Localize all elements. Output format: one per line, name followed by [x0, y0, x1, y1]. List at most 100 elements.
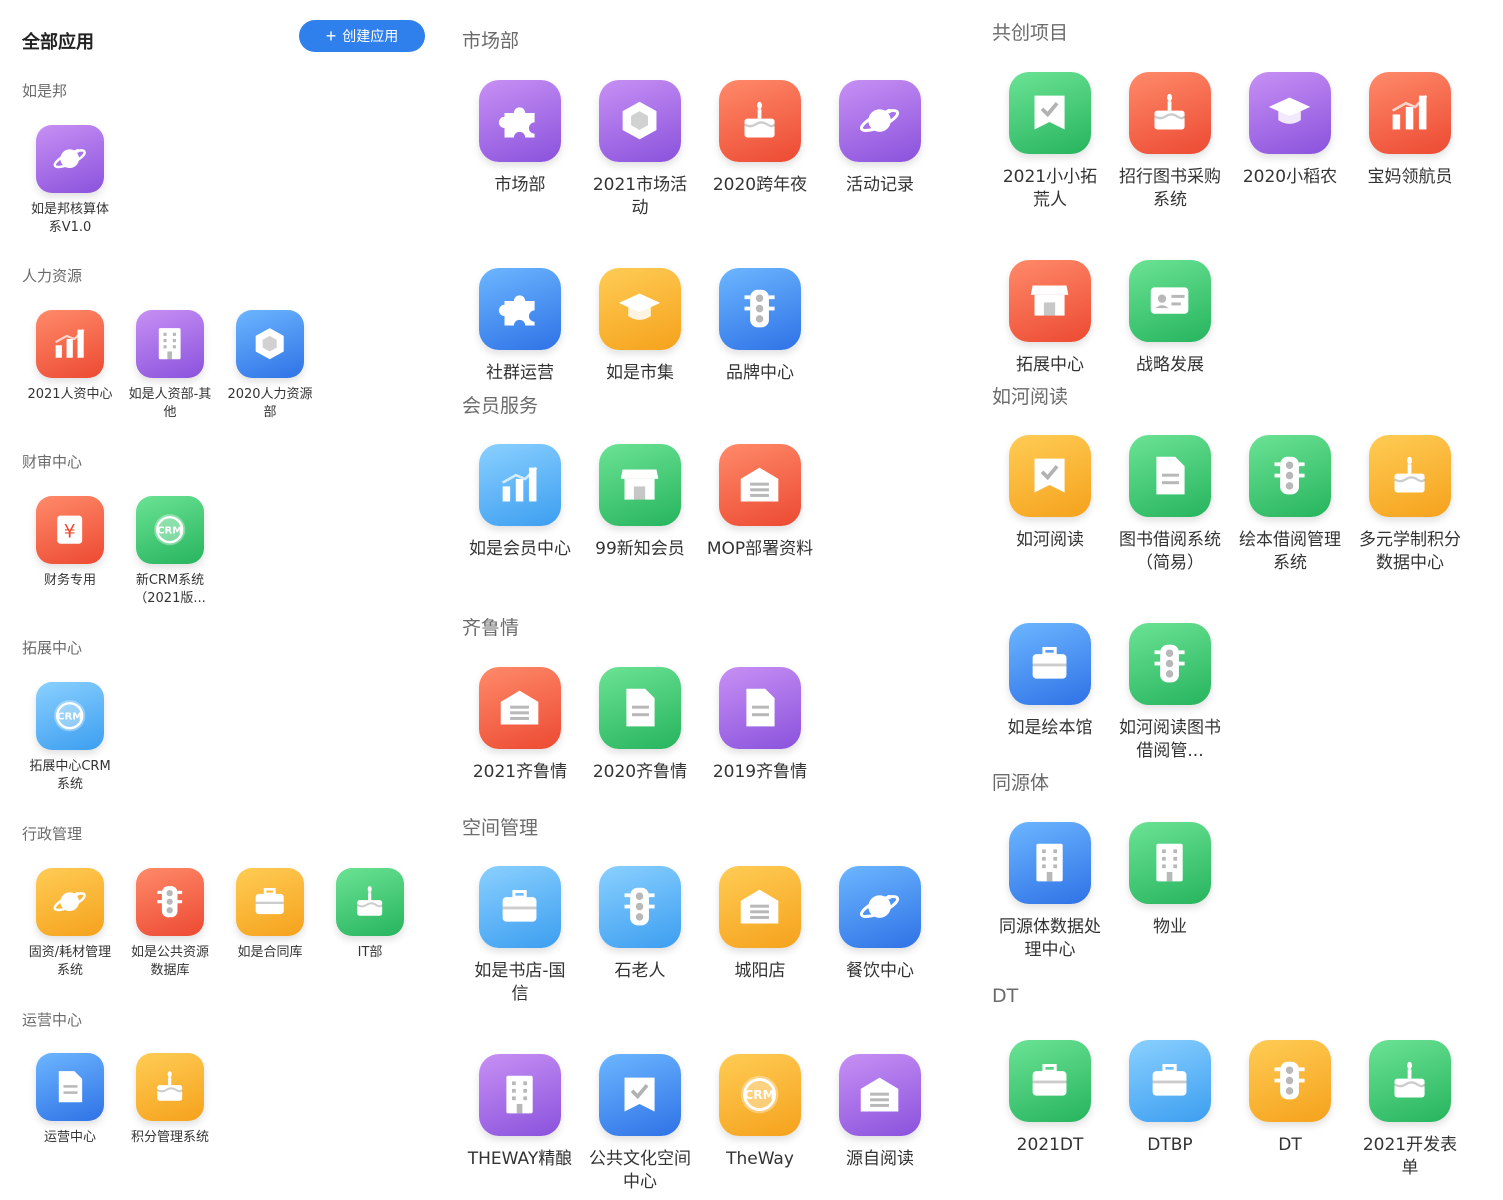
app-tile[interactable]: CRM: [36, 682, 104, 750]
app-item[interactable]: 如是书店-国信: [460, 866, 580, 1006]
app-item[interactable]: 如河阅读: [990, 435, 1110, 575]
app-tile[interactable]: [36, 125, 104, 193]
app-tile[interactable]: [839, 866, 921, 948]
app-item[interactable]: 如是邦核算体系V1.0: [20, 125, 120, 236]
app-tile[interactable]: [479, 1053, 561, 1136]
app-tile[interactable]: [1369, 72, 1451, 154]
app-tile[interactable]: [1009, 822, 1091, 904]
app-item[interactable]: 2021小小拓荒人: [990, 72, 1110, 212]
app-tile[interactable]: [479, 444, 561, 526]
app-item[interactable]: 2021人资中心: [20, 310, 120, 421]
app-tile[interactable]: [1129, 1040, 1211, 1122]
app-item[interactable]: 2021DT: [990, 1040, 1110, 1180]
app-tile[interactable]: [1249, 1040, 1331, 1122]
app-item[interactable]: 餐饮中心: [820, 866, 940, 1006]
app-item[interactable]: MOP部署资料: [700, 444, 820, 561]
app-item[interactable]: 绘本借阅管理系统: [1230, 435, 1350, 575]
app-tile[interactable]: [719, 80, 801, 162]
app-item[interactable]: CRM TheWay: [700, 1053, 820, 1194]
app-tile[interactable]: [1009, 259, 1091, 342]
app-tile[interactable]: [1129, 72, 1211, 154]
app-item[interactable]: 拓展中心: [990, 259, 1110, 377]
app-item[interactable]: IT部: [320, 868, 420, 979]
app-tile[interactable]: [839, 80, 921, 162]
app-tile[interactable]: [236, 868, 304, 936]
app-tile[interactable]: [36, 1053, 104, 1121]
app-tile[interactable]: [1129, 622, 1211, 705]
app-tile[interactable]: [1009, 435, 1091, 517]
app-tile[interactable]: [719, 667, 801, 749]
app-item[interactable]: 如是公共资源数据库: [120, 868, 220, 979]
app-item[interactable]: 运营中心: [20, 1053, 120, 1147]
app-tile[interactable]: [479, 866, 561, 948]
app-item[interactable]: 积分管理系统: [120, 1053, 220, 1147]
app-tile[interactable]: [479, 667, 561, 749]
app-item[interactable]: 2020齐鲁情: [580, 667, 700, 784]
app-tile[interactable]: [479, 267, 561, 350]
app-item[interactable]: 如是市集: [580, 267, 700, 385]
app-item[interactable]: 招行图书采购系统: [1110, 72, 1230, 212]
app-tile[interactable]: [599, 866, 681, 948]
app-item[interactable]: 2021市场活动: [580, 80, 700, 220]
app-tile[interactable]: [1369, 435, 1451, 517]
app-item[interactable]: 活动记录: [820, 80, 940, 220]
app-item[interactable]: 宝妈领航员: [1350, 72, 1470, 212]
app-item[interactable]: 2020跨年夜: [700, 80, 820, 220]
app-item[interactable]: 多元学制积分数据中心: [1350, 435, 1470, 575]
app-tile[interactable]: [336, 868, 404, 936]
app-item[interactable]: 如是会员中心: [460, 444, 580, 561]
app-tile[interactable]: [599, 444, 681, 526]
create-app-button[interactable]: + 创建应用: [299, 20, 425, 52]
app-item[interactable]: 图书借阅系统（简易）: [1110, 435, 1230, 575]
app-item[interactable]: 如河阅读图书借阅管...: [1110, 622, 1230, 763]
app-item[interactable]: 2021齐鲁情: [460, 667, 580, 784]
app-item[interactable]: 源自阅读: [820, 1053, 940, 1194]
app-tile[interactable]: [36, 310, 104, 378]
app-tile[interactable]: [1249, 72, 1331, 154]
app-tile[interactable]: [1249, 435, 1331, 517]
app-tile[interactable]: [599, 267, 681, 350]
app-tile[interactable]: [1129, 435, 1211, 517]
app-tile[interactable]: [719, 866, 801, 948]
app-item[interactable]: 99新知会员: [580, 444, 700, 561]
app-tile[interactable]: CRM: [136, 496, 204, 564]
app-item[interactable]: 如是绘本馆: [990, 622, 1110, 763]
app-tile[interactable]: [36, 868, 104, 936]
app-item[interactable]: 2021开发表单: [1350, 1040, 1470, 1180]
app-tile[interactable]: [1129, 259, 1211, 342]
app-tile[interactable]: [719, 444, 801, 526]
app-item[interactable]: THEWAY精酿: [460, 1053, 580, 1194]
app-tile[interactable]: ¥: [36, 496, 104, 564]
app-tile[interactable]: [1129, 822, 1211, 904]
app-tile[interactable]: [1369, 1040, 1451, 1122]
app-tile[interactable]: CRM: [719, 1053, 801, 1136]
app-item[interactable]: CRM 新CRM系统（2021版...: [120, 496, 220, 607]
app-item[interactable]: DT: [1230, 1040, 1350, 1180]
app-item[interactable]: 如是人资部-其他: [120, 310, 220, 421]
app-tile[interactable]: [136, 1053, 204, 1121]
app-tile[interactable]: [839, 1053, 921, 1136]
app-item[interactable]: 物业: [1110, 822, 1230, 962]
app-tile[interactable]: [719, 267, 801, 350]
app-tile[interactable]: [1009, 1040, 1091, 1122]
app-tile[interactable]: [1009, 72, 1091, 154]
app-tile[interactable]: [599, 80, 681, 162]
app-item[interactable]: 如是合同库: [220, 868, 320, 979]
app-tile[interactable]: [236, 310, 304, 378]
app-item[interactable]: DTBP: [1110, 1040, 1230, 1180]
app-item[interactable]: 社群运营: [460, 267, 580, 385]
app-tile[interactable]: [136, 868, 204, 936]
app-tile[interactable]: [599, 1053, 681, 1136]
app-item[interactable]: 同源体数据处理中心: [990, 822, 1110, 962]
app-item[interactable]: CRM 拓展中心CRM系统: [20, 682, 120, 793]
app-item[interactable]: 公共文化空间中心: [580, 1053, 700, 1194]
app-item[interactable]: ¥ 财务专用: [20, 496, 120, 607]
app-tile[interactable]: [136, 310, 204, 378]
app-item[interactable]: 2020人力资源部: [220, 310, 320, 421]
app-item[interactable]: 市场部: [460, 80, 580, 220]
app-item[interactable]: 固资/耗材管理系统: [20, 868, 120, 979]
app-item[interactable]: 品牌中心: [700, 267, 820, 385]
app-item[interactable]: 2019齐鲁情: [700, 667, 820, 784]
app-tile[interactable]: [479, 80, 561, 162]
app-item[interactable]: 2020小稻农: [1230, 72, 1350, 212]
